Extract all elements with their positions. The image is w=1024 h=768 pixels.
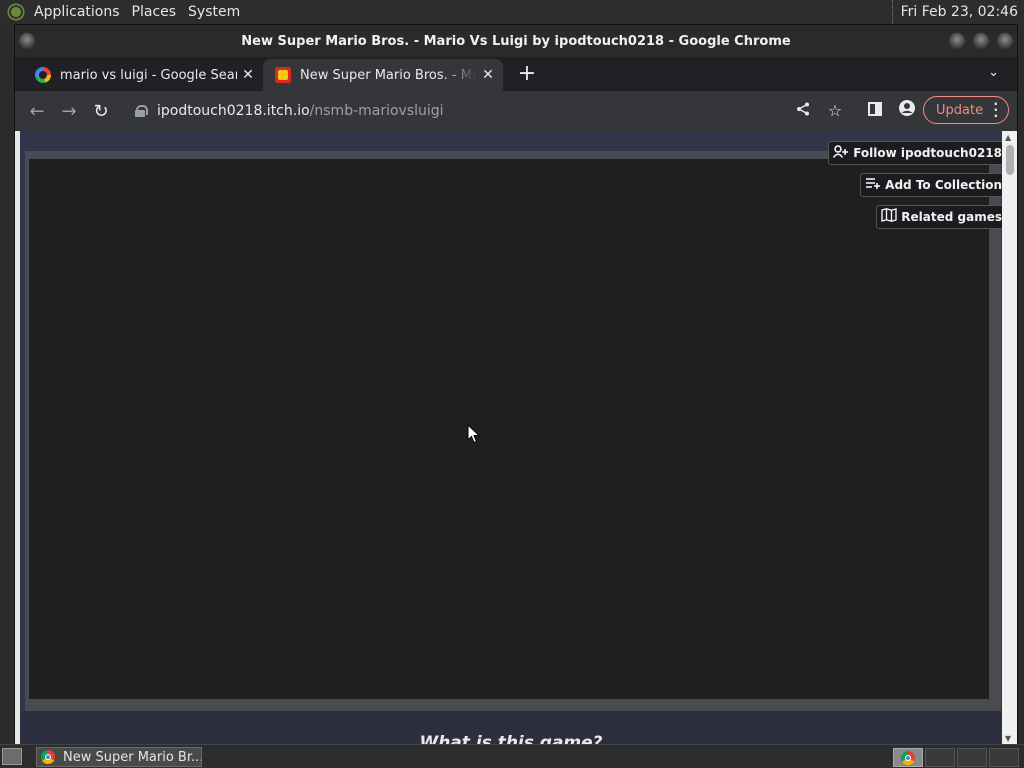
bookmark-star-icon[interactable]: ☆ [823, 99, 847, 123]
url-path: /nsmb-mariovsluigi [309, 103, 444, 119]
update-button[interactable]: Update · · · [923, 96, 1009, 124]
browser-toolbar: ← → ↻ ipodtouch0218.itch.io/nsmb-mariovs… [15, 91, 1017, 131]
mario-favicon-icon [275, 67, 291, 83]
chrome-icon [41, 750, 55, 764]
more-menu-icon[interactable]: · · · [993, 98, 998, 122]
close-tab-icon[interactable]: ✕ [237, 67, 259, 83]
clock[interactable]: Fri Feb 23, 02:46 [891, 0, 1018, 24]
minimize-icon[interactable] [949, 33, 965, 49]
distro-logo-icon[interactable] [6, 2, 26, 22]
new-tab-icon[interactable]: + [515, 61, 539, 86]
profile-icon[interactable] [895, 99, 919, 123]
tab-title: New Super Mario Bros. - Mario Vs Luigi b… [300, 67, 477, 83]
tab-itch-game[interactable]: New Super Mario Bros. - Mario Vs Luigi b… [263, 59, 503, 91]
update-label: Update [936, 102, 984, 118]
game-embed[interactable] [29, 159, 989, 699]
follow-label: Follow ipodtouch0218 [853, 146, 1002, 160]
workspace-1[interactable] [893, 748, 923, 767]
window-titlebar[interactable]: New Super Mario Bros. - Mario Vs Luigi b… [15, 25, 1017, 57]
bottom-taskbar: New Super Mario Br... [0, 744, 1024, 768]
window-menu-icon[interactable] [19, 33, 35, 49]
reload-icon[interactable]: ↻ [85, 95, 117, 127]
top-panel: Applications Places System Fri Feb 23, 0… [0, 0, 1024, 24]
chrome-window: New Super Mario Bros. - Mario Vs Luigi b… [14, 24, 1018, 745]
workspace-2[interactable] [925, 748, 955, 767]
scroll-thumb[interactable] [1006, 145, 1014, 175]
chevron-down-icon[interactable]: ⌄ [988, 65, 999, 80]
address-bar[interactable]: ipodtouch0218.itch.io/nsmb-mariovsluigi [127, 95, 843, 127]
page-left-border [15, 131, 20, 745]
tab-title: mario vs luigi - Google Search [60, 67, 237, 83]
playlist-add-icon [865, 177, 881, 193]
lock-icon[interactable] [135, 105, 148, 117]
chrome-icon [901, 750, 915, 765]
places-menu[interactable]: Places [126, 0, 183, 24]
add-to-collection-button[interactable]: Add To Collection [860, 173, 1009, 197]
maximize-icon[interactable] [973, 33, 989, 49]
applications-menu[interactable]: Applications [28, 0, 126, 24]
forward-icon[interactable]: → [53, 95, 85, 127]
window-title: New Super Mario Bros. - Mario Vs Luigi b… [241, 33, 791, 49]
game-description: What is this game? [20, 711, 1002, 745]
share-icon[interactable] [791, 99, 815, 123]
scroll-down-icon[interactable]: ▼ [1005, 734, 1011, 743]
follow-user-icon [833, 144, 849, 162]
tab-google-search[interactable]: mario vs luigi - Google Search ✕ [23, 59, 263, 91]
taskbar-chrome-item[interactable]: New Super Mario Br... [36, 747, 202, 767]
workspace-3[interactable] [957, 748, 987, 767]
collection-label: Add To Collection [885, 178, 1002, 192]
taskbar-item-label: New Super Mario Br... [63, 749, 202, 765]
close-window-icon[interactable] [997, 33, 1013, 49]
google-icon [35, 67, 51, 83]
vertical-scrollbar[interactable]: ▲ ▼ [1002, 131, 1017, 745]
follow-button[interactable]: Follow ipodtouch0218 [828, 141, 1009, 165]
close-tab-icon[interactable]: ✕ [477, 67, 499, 83]
related-label: Related games [901, 210, 1002, 224]
related-games-button[interactable]: Related games [876, 205, 1009, 229]
workspace-4[interactable] [989, 748, 1019, 767]
system-menu[interactable]: System [182, 0, 246, 24]
page-viewport: What is this game? Follow ipodtouch0218 … [15, 131, 1017, 745]
scroll-up-icon[interactable]: ▲ [1005, 133, 1011, 142]
show-desktop-icon[interactable] [2, 748, 22, 765]
map-icon [881, 208, 897, 226]
url-host: ipodtouch0218.itch.io [157, 103, 310, 119]
side-panel-icon[interactable] [863, 99, 887, 123]
tab-strip: mario vs luigi - Google Search ✕ New Sup… [15, 57, 1017, 91]
back-icon[interactable]: ← [21, 95, 53, 127]
